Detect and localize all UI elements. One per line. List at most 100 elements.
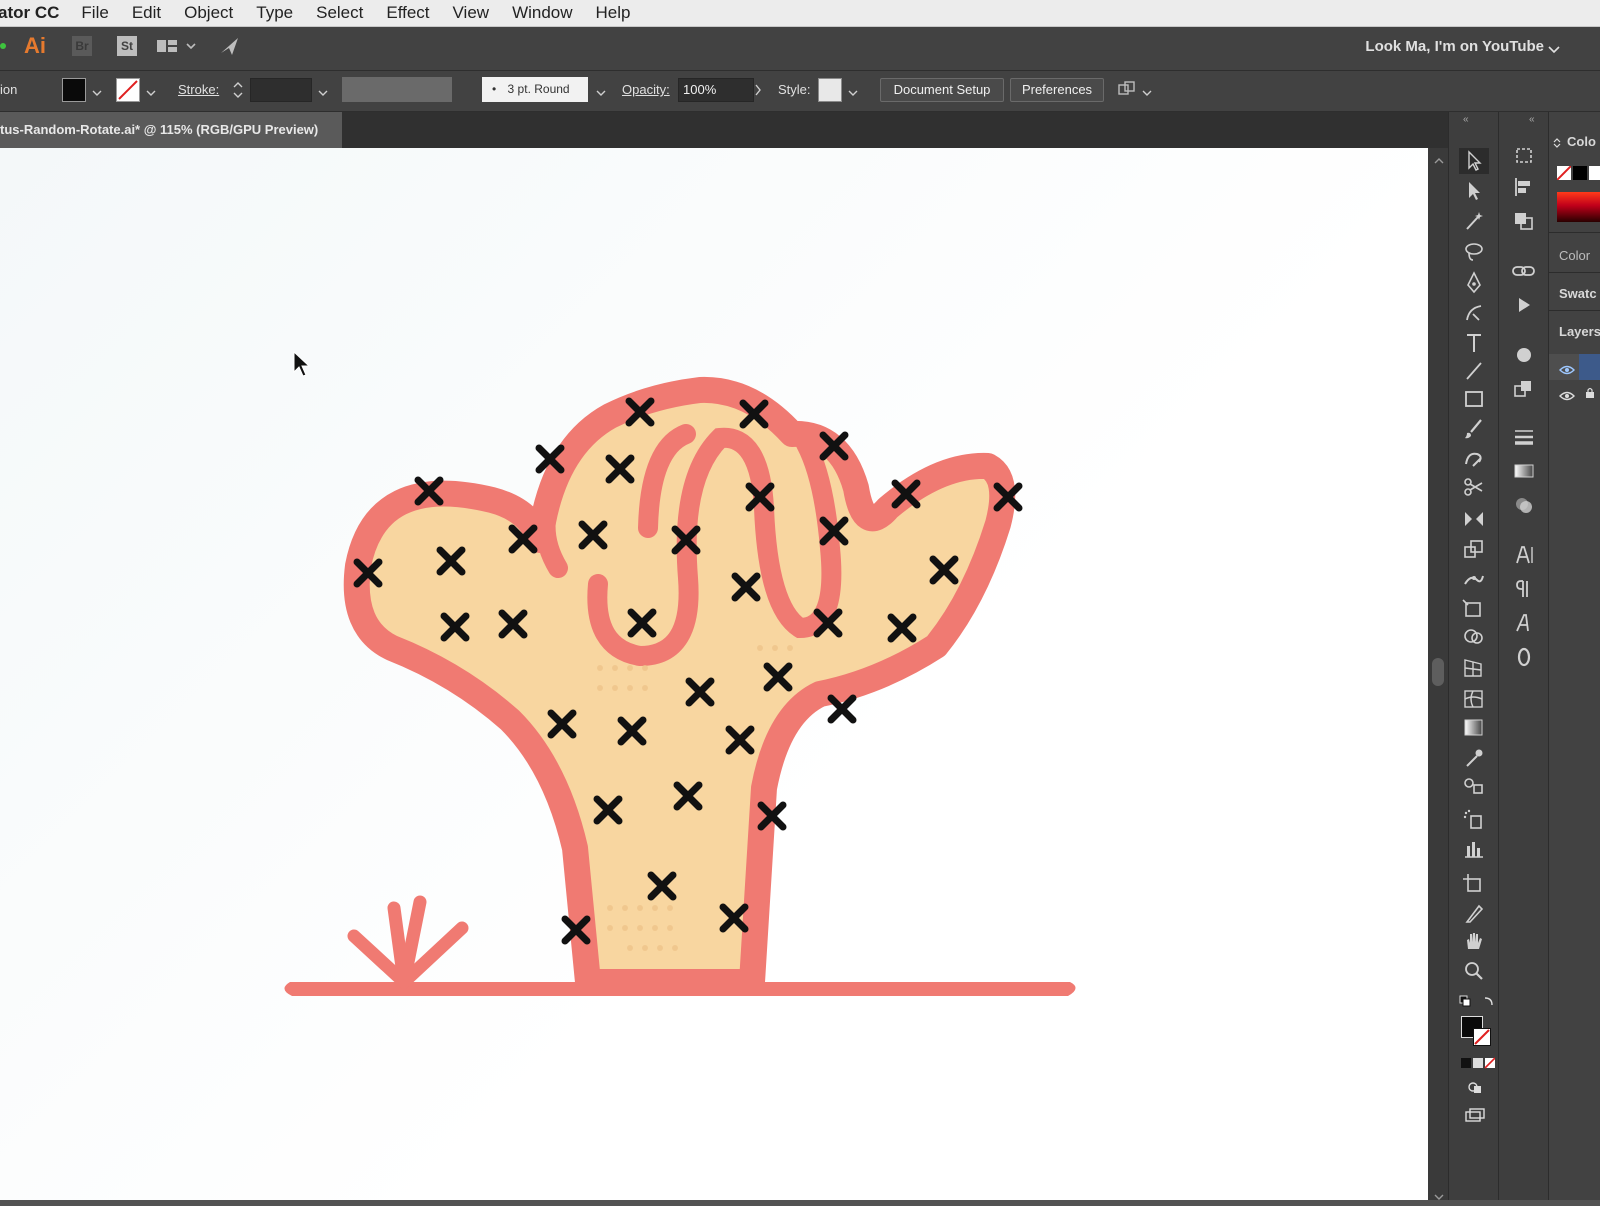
paragraph-panel-icon[interactable]	[1509, 576, 1539, 602]
brush-dropdown-icon[interactable]	[596, 85, 606, 103]
panel-toggle-icon[interactable]	[1553, 136, 1561, 154]
shape-builder-tool-icon[interactable]	[1459, 624, 1489, 650]
scroll-up-icon[interactable]	[1434, 152, 1444, 170]
fill-dropdown-icon[interactable]	[92, 85, 102, 103]
blend-tool-icon[interactable]	[1459, 772, 1489, 798]
paintbrush-tool-icon[interactable]	[1459, 416, 1489, 442]
selection-tool-icon[interactable]	[1459, 148, 1489, 174]
curvature-tool-icon[interactable]	[1459, 300, 1489, 326]
menu-type[interactable]: Type	[256, 3, 293, 23]
layer-row-1[interactable]	[1549, 354, 1600, 380]
stock-button[interactable]: St	[117, 36, 137, 56]
scissors-tool-icon[interactable]	[1459, 474, 1489, 500]
stroke-label[interactable]: Stroke:	[178, 82, 219, 97]
menu-effect[interactable]: Effect	[386, 3, 429, 23]
menu-select[interactable]: Select	[316, 3, 363, 23]
zoom-tool-icon[interactable]	[1459, 958, 1489, 984]
swap-colors-icon[interactable]	[1483, 994, 1495, 1012]
vertical-scrollbar[interactable]	[1428, 148, 1448, 1200]
gradient-tool-icon[interactable]	[1459, 714, 1489, 740]
draw-mode-icon[interactable]	[1467, 1080, 1483, 1099]
actions-panel-icon[interactable]	[1509, 292, 1539, 318]
layers-panel-label[interactable]: Layers	[1559, 324, 1600, 339]
pathfinder-panel-icon[interactable]	[1509, 208, 1539, 234]
direct-selection-tool-icon[interactable]	[1459, 178, 1489, 204]
links-panel-icon[interactable]	[1509, 258, 1539, 284]
menu-window[interactable]: Window	[512, 3, 572, 23]
workspace-name[interactable]: Look Ma, I'm on YouTube	[1365, 38, 1544, 55]
arrange-dropdown-icon[interactable]	[1142, 85, 1152, 103]
transparency-panel-icon[interactable]	[1509, 492, 1539, 518]
stroke-stepper-icon[interactable]	[232, 79, 244, 106]
bridge-button[interactable]: Br	[72, 36, 92, 56]
menu-view[interactable]: View	[453, 3, 490, 23]
black-swatch[interactable]	[1573, 166, 1587, 180]
none-swatch[interactable]	[1556, 165, 1572, 181]
column-graph-tool-icon[interactable]	[1459, 836, 1489, 862]
preferences-button[interactable]: Preferences	[1010, 78, 1104, 102]
stroke-color-swatch[interactable]	[1473, 1028, 1491, 1046]
shaper-tool-icon[interactable]	[1459, 446, 1489, 472]
transform-panel-icon[interactable]	[1509, 142, 1539, 168]
stroke-weight-dropdown-icon[interactable]	[318, 85, 328, 103]
opacity-label[interactable]: Opacity:	[622, 82, 670, 97]
publish-icon[interactable]	[218, 35, 242, 62]
scroll-thumb[interactable]	[1432, 658, 1444, 686]
stroke-swatch[interactable]	[116, 78, 140, 102]
opentype-panel-icon[interactable]	[1509, 644, 1539, 670]
type-tool-icon[interactable]	[1459, 330, 1489, 356]
document-tab[interactable]: tus-Random-Rotate.ai* @ 115% (RGB/GPU Pr…	[0, 112, 342, 148]
swatches-panel-label[interactable]: Swatc	[1559, 286, 1597, 301]
screen-mode-icon[interactable]	[1465, 1108, 1485, 1127]
variable-width-profile[interactable]	[342, 77, 452, 102]
hand-tool-icon[interactable]	[1459, 928, 1489, 954]
symbol-sprayer-tool-icon[interactable]	[1459, 806, 1489, 832]
chevron-down-icon[interactable]	[1548, 42, 1560, 60]
line-tool-icon[interactable]	[1459, 358, 1489, 384]
width-tool-icon[interactable]	[1459, 566, 1489, 592]
scroll-down-icon[interactable]	[1434, 1188, 1444, 1206]
layer-row-2[interactable]	[1549, 380, 1600, 406]
visibility-eye-icon[interactable]	[1559, 362, 1575, 380]
default-colors-icon[interactable]	[1459, 994, 1471, 1012]
lock-icon[interactable]	[1585, 386, 1595, 404]
menu-edit[interactable]: Edit	[132, 3, 161, 23]
appearance-panel-icon[interactable]	[1509, 342, 1539, 368]
pen-tool-icon[interactable]	[1459, 270, 1489, 296]
scale-tool-icon[interactable]	[1459, 536, 1489, 562]
menu-object[interactable]: Object	[184, 3, 233, 23]
perspective-grid-tool-icon[interactable]	[1459, 654, 1489, 680]
lasso-tool-icon[interactable]	[1459, 238, 1489, 264]
gradient-panel-icon[interactable]	[1509, 458, 1539, 484]
color-mode-icons[interactable]	[1461, 1056, 1496, 1074]
graphic-style-swatch[interactable]	[818, 78, 842, 102]
arrange-documents-icon[interactable]	[157, 37, 201, 60]
align-panel-icon[interactable]	[1509, 174, 1539, 200]
color-guide-panel-label[interactable]: Color	[1559, 248, 1590, 263]
graphic-styles-panel-icon[interactable]	[1509, 376, 1539, 402]
arrange-icon[interactable]	[1116, 80, 1138, 105]
slice-tool-icon[interactable]	[1459, 900, 1489, 926]
color-spectrum[interactable]	[1557, 192, 1600, 222]
character-styles-panel-icon[interactable]	[1509, 610, 1539, 636]
color-panel-label[interactable]: Colo	[1567, 134, 1596, 149]
app-menu-name[interactable]: ator CC	[0, 3, 59, 23]
brush-definition[interactable]: • 3 pt. Round	[482, 77, 588, 102]
opacity-input[interactable]: 100%	[678, 78, 754, 102]
reflect-tool-icon[interactable]	[1459, 506, 1489, 532]
fill-swatch[interactable]	[62, 78, 86, 102]
stroke-weight-input[interactable]	[250, 78, 312, 102]
white-swatch[interactable]	[1589, 166, 1600, 180]
rectangle-tool-icon[interactable]	[1459, 386, 1489, 412]
menu-file[interactable]: File	[81, 3, 108, 23]
mesh-tool-icon[interactable]	[1459, 686, 1489, 712]
magic-wand-tool-icon[interactable]	[1459, 208, 1489, 234]
artboard-tool-icon[interactable]	[1459, 870, 1489, 896]
stroke-panel-icon[interactable]	[1509, 424, 1539, 450]
document-setup-button[interactable]: Document Setup	[880, 78, 1004, 102]
eyedropper-tool-icon[interactable]	[1459, 744, 1489, 770]
menu-help[interactable]: Help	[596, 3, 631, 23]
visibility-eye-icon[interactable]	[1559, 388, 1575, 406]
free-transform-tool-icon[interactable]	[1459, 596, 1489, 622]
artboard-canvas[interactable]	[0, 148, 1428, 1200]
